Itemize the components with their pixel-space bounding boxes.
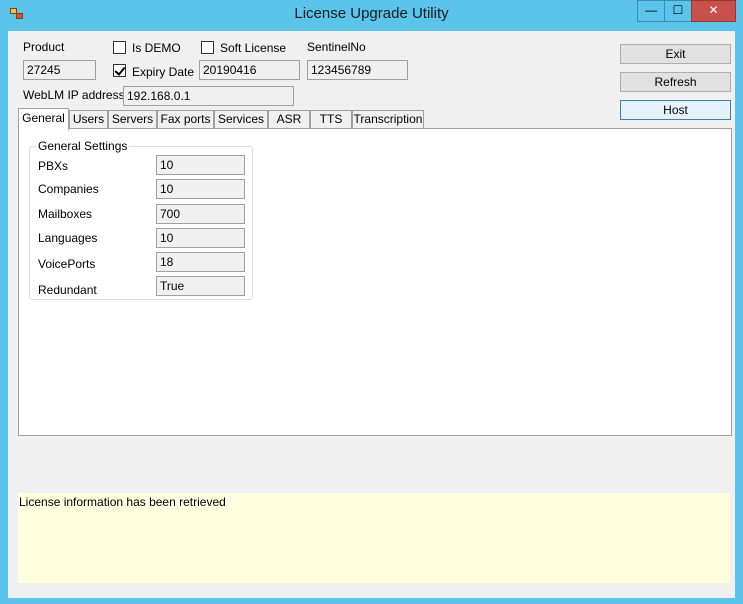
is-demo-checkbox[interactable] bbox=[113, 41, 126, 54]
refresh-button[interactable]: Refresh bbox=[620, 72, 731, 92]
pbxs-field[interactable]: 10 bbox=[156, 155, 245, 175]
minimize-icon: — bbox=[645, 3, 657, 17]
companies-field[interactable]: 10 bbox=[156, 179, 245, 199]
tab-transcription[interactable]: Transcription bbox=[352, 110, 424, 129]
soft-license-label: Soft License bbox=[220, 41, 287, 55]
expiry-date-label: Expiry Date bbox=[132, 65, 195, 79]
tab-tts[interactable]: TTS bbox=[310, 110, 352, 129]
maximize-button[interactable]: ☐ bbox=[664, 0, 692, 22]
product-label: Product bbox=[23, 40, 65, 54]
is-demo-label: Is DEMO bbox=[132, 41, 181, 55]
mailboxes-field[interactable]: 700 bbox=[156, 204, 245, 224]
title-bar[interactable]: License Upgrade Utility — ☐ ✕ bbox=[0, 0, 743, 30]
expiry-date-field[interactable]: 20190416 bbox=[199, 60, 300, 80]
maximize-icon: ☐ bbox=[672, 3, 684, 17]
host-button[interactable]: Host bbox=[620, 100, 731, 120]
group-title: General Settings bbox=[36, 139, 130, 153]
languages-field[interactable]: 10 bbox=[156, 228, 245, 248]
close-button[interactable]: ✕ bbox=[691, 0, 736, 22]
companies-label: Companies bbox=[38, 182, 99, 196]
languages-label: Languages bbox=[38, 231, 98, 245]
tab-services[interactable]: Services bbox=[214, 110, 268, 129]
general-settings-group: General Settings PBXs 10 Companies 10 Ma… bbox=[29, 139, 253, 300]
close-icon: ✕ bbox=[708, 3, 719, 17]
general-tab-panel: General Settings PBXs 10 Companies 10 Ma… bbox=[18, 128, 732, 436]
voiceports-field[interactable]: 18 bbox=[156, 252, 245, 272]
tab-users[interactable]: Users bbox=[69, 110, 108, 129]
status-box: License information has been retrieved bbox=[18, 493, 730, 583]
redundant-field[interactable]: True bbox=[156, 276, 245, 296]
weblm-label: WebLM IP address bbox=[23, 88, 125, 102]
redundant-label: Redundant bbox=[38, 283, 97, 297]
voiceports-label: VoicePorts bbox=[38, 257, 96, 271]
expiry-date-checkbox[interactable] bbox=[113, 64, 126, 77]
pbxs-label: PBXs bbox=[38, 159, 69, 173]
client-area: Product 27245 Is DEMO Expiry Date Soft L… bbox=[8, 31, 735, 598]
sentinel-label: SentinelNo bbox=[307, 40, 366, 54]
tab-fax-ports[interactable]: Fax ports bbox=[157, 110, 214, 129]
product-field[interactable]: 27245 bbox=[23, 60, 96, 80]
status-message: License information has been retrieved bbox=[19, 495, 226, 509]
mailboxes-label: Mailboxes bbox=[38, 207, 93, 221]
exit-button[interactable]: Exit bbox=[620, 44, 731, 64]
weblm-field[interactable]: 192.168.0.1 bbox=[123, 86, 294, 106]
tab-asr[interactable]: ASR bbox=[268, 110, 310, 129]
window-title: License Upgrade Utility bbox=[294, 5, 449, 22]
soft-license-checkbox[interactable] bbox=[201, 41, 214, 54]
tab-servers[interactable]: Servers bbox=[108, 110, 157, 129]
tab-general[interactable]: General bbox=[18, 108, 69, 130]
minimize-button[interactable]: — bbox=[637, 0, 665, 22]
app-window: License Upgrade Utility — ☐ ✕ Product 27… bbox=[0, 0, 743, 604]
sentinel-field[interactable]: 123456789 bbox=[307, 60, 408, 80]
